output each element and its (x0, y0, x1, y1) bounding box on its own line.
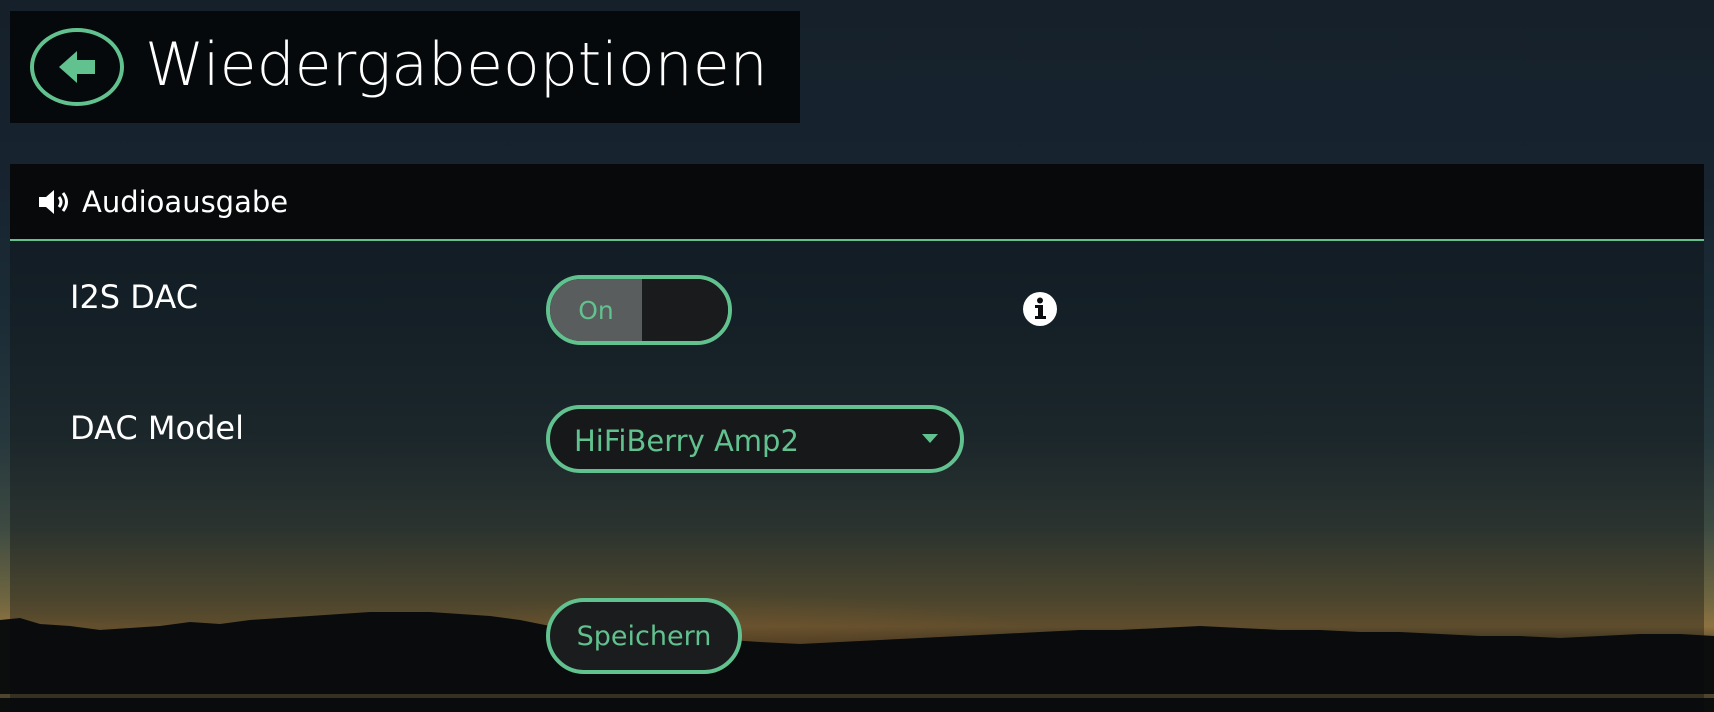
info-circle-icon[interactable] (1022, 291, 1058, 327)
dac-model-select[interactable]: HiFiBerry Amp2 (546, 405, 964, 473)
arrow-left-circle-icon (59, 51, 95, 83)
caret-down-icon (922, 434, 938, 443)
toggle-off-knob (642, 279, 728, 341)
i2s-dac-label: I2S DAC (70, 278, 199, 316)
section-title: Audioausgabe (82, 185, 289, 219)
dac-model-label: DAC Model (70, 409, 244, 447)
page: Wiedergabeoptionen Audioausgabe I2S DAC … (0, 0, 1714, 712)
audio-output-panel: Audioausgabe I2S DAC On DAC Model HiFiBe… (10, 164, 1704, 712)
page-title: Wiedergabeoptionen (145, 30, 768, 100)
toggle-on-label: On (550, 279, 642, 341)
back-button[interactable] (30, 28, 124, 106)
page-header: Wiedergabeoptionen (10, 11, 800, 123)
save-button[interactable]: Speichern (546, 598, 742, 674)
dac-model-selected-value: HiFiBerry Amp2 (574, 424, 799, 458)
speaker-volume-icon (39, 190, 68, 214)
i2s-dac-toggle[interactable]: On (546, 275, 732, 345)
panel-header: Audioausgabe (10, 164, 1704, 241)
